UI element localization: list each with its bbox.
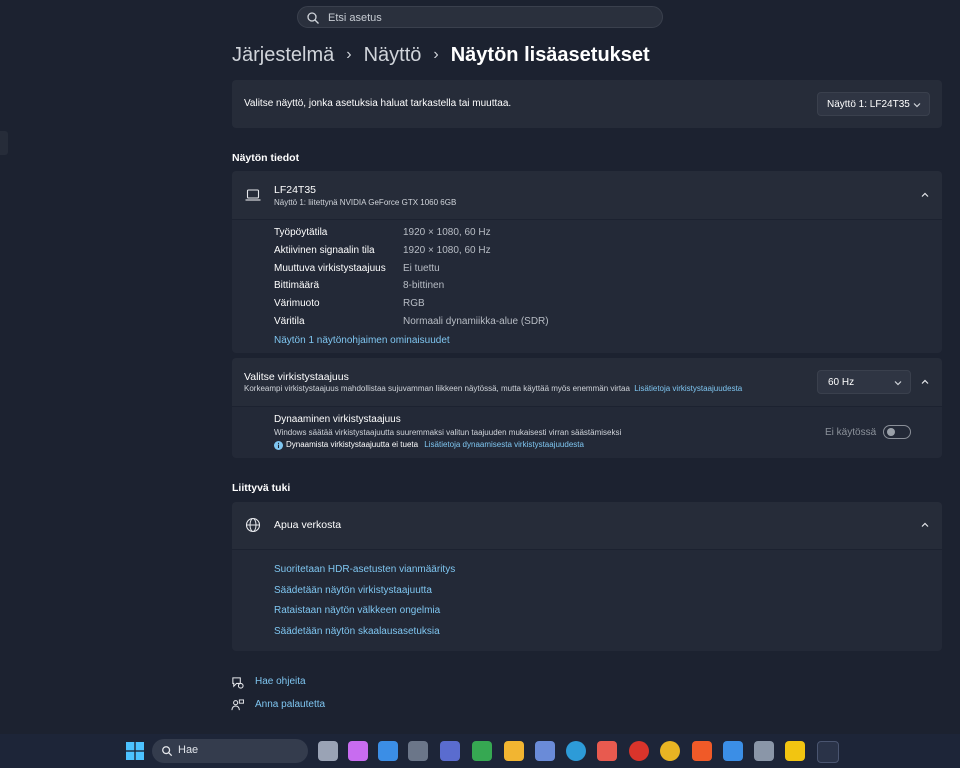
refresh-rate-learn-more-link[interactable]: Lisätietoja virkistystaajuudesta: [634, 384, 742, 393]
search-icon: [162, 746, 173, 757]
mail-icon[interactable]: [378, 741, 398, 761]
help-link-scaling[interactable]: Säädetään näytön skaalausasetuksia: [274, 626, 440, 637]
breadcrumb-item-display[interactable]: Näyttö: [364, 44, 422, 67]
info-row-value: Normaali dynamiikka-alue (SDR): [403, 316, 549, 327]
dynamic-refresh-card: Dynaaminen virkistystaajuus Windows säät…: [232, 407, 942, 458]
app-icon[interactable]: [440, 741, 460, 761]
web-help-header[interactable]: Apua verkosta: [232, 502, 942, 549]
sidebar-collapsed-tab[interactable]: [0, 131, 8, 155]
globe-icon: [245, 517, 261, 533]
edge-icon[interactable]: [566, 741, 586, 761]
search-icon: [307, 12, 319, 24]
get-help-link[interactable]: Hae ohjeita: [255, 676, 306, 687]
display-details-panel: Työpöytätila 1920 × 1080, 60 Hz Aktiivinen…: [232, 220, 942, 353]
info-row-label: Työpöytätila: [274, 227, 328, 238]
search-input[interactable]: [326, 9, 650, 27]
web-help-links-panel: Suoritetaan HDR-asetusten vianmääritys S…: [232, 550, 942, 651]
info-row-value: 1920 × 1080, 60 Hz: [403, 227, 491, 238]
chevron-down-icon: [894, 381, 902, 386]
chevron-up-icon[interactable]: [920, 377, 930, 387]
dynamic-refresh-title: Dynaaminen virkistystaajuus: [274, 414, 401, 425]
info-row-value: Ei tuettu: [403, 262, 440, 274]
settings-window: Järjestelmä › Näyttö › Näytön lisäasetuk…: [0, 0, 960, 734]
display-dropdown[interactable]: Näyttö 1: LF24T35: [817, 92, 930, 116]
xbox-icon[interactable]: [472, 741, 492, 761]
breadcrumb-separator: ›: [433, 46, 439, 63]
brave-icon[interactable]: [692, 741, 712, 761]
tool-icon[interactable]: [408, 741, 428, 761]
task-view-icon[interactable]: [318, 741, 338, 761]
info-icon: [274, 441, 283, 450]
settings-icon[interactable]: [817, 741, 839, 763]
page-title: Näytön lisäasetukset: [450, 43, 650, 66]
laptop-icon: [245, 189, 261, 201]
display-dropdown-value: Näyttö 1: LF24T35: [827, 99, 910, 110]
refresh-rate-description: Korkeampi virkistystaajuus mahdollistaa …: [244, 384, 742, 393]
dynamic-refresh-unsupported-text: Dynaamista virkistystaajuutta ei tueta: [286, 440, 419, 449]
chevron-down-icon: [913, 103, 921, 108]
info-row-label: Väritila: [274, 316, 305, 327]
select-display-card: Valitse näyttö, jonka asetuksia haluat t…: [232, 80, 942, 128]
dynamic-refresh-description: Windows säätää virkistystaajuutta suurem…: [274, 428, 622, 437]
breadcrumb: Järjestelmä › Näyttö › Näytön lisäasetuk…: [232, 41, 650, 69]
sticky-notes-icon[interactable]: [785, 741, 805, 761]
calculator-icon[interactable]: [754, 741, 774, 761]
feedback-row[interactable]: Anna palautetta: [231, 698, 351, 714]
feedback-icon: [231, 699, 244, 711]
copilot-icon[interactable]: [348, 741, 368, 761]
dynamic-refresh-learn-more-link[interactable]: Lisätietoja dynaamisesta virkistystaajuu…: [424, 440, 584, 449]
help-link-hdr[interactable]: Suoritetaan HDR-asetusten vianmääritys: [274, 564, 455, 575]
breadcrumb-item-system[interactable]: Järjestelmä: [232, 44, 334, 67]
refresh-rate-dropdown[interactable]: 60 Hz: [817, 370, 911, 394]
opera-icon[interactable]: [629, 741, 649, 761]
refresh-rate-desc-text: Korkeampi virkistystaajuus mahdollistaa …: [244, 384, 630, 393]
windows-start-icon[interactable]: [126, 742, 144, 760]
get-help-row[interactable]: Hae ohjeita: [231, 675, 351, 691]
notepad-icon[interactable]: [723, 741, 743, 761]
taskbar-search[interactable]: Hae: [152, 739, 308, 763]
chevron-up-icon[interactable]: [920, 190, 930, 200]
select-display-prompt: Valitse näyttö, jonka asetuksia haluat t…: [244, 98, 512, 109]
monitor-subtitle: Näyttö 1: liitettynä NVIDIA GeForce GTX …: [274, 198, 457, 207]
give-feedback-link[interactable]: Anna palautetta: [255, 699, 325, 710]
taskbar: Hae: [0, 734, 960, 768]
info-row-value: 8-bittinen: [403, 280, 445, 292]
file-explorer-icon[interactable]: [504, 741, 524, 761]
taskbar-search-label: Hae: [178, 744, 199, 756]
adapter-properties-link[interactable]: Näytön 1 näytönohjaimen ominaisuudet: [274, 335, 450, 346]
dynamic-refresh-toggle-label: Ei käytössä: [825, 427, 877, 438]
chrome-icon[interactable]: [660, 741, 680, 761]
store-icon[interactable]: [535, 741, 555, 761]
info-row-label: Muuttuva virkistystaajuus: [274, 262, 386, 274]
monitor-header[interactable]: LF24T35 Näyttö 1: liitettynä NVIDIA GeFo…: [232, 171, 942, 219]
search-box[interactable]: [297, 6, 663, 28]
chevron-up-icon[interactable]: [920, 520, 930, 530]
display-info-section-title: Näytön tiedot: [232, 152, 300, 164]
monitor-name: LF24T35: [274, 184, 317, 196]
refresh-rate-title: Valitse virkistystaajuus: [244, 371, 349, 383]
dynamic-refresh-info: Dynaamista virkistystaajuutta ei tueta L…: [286, 440, 584, 449]
dynamic-refresh-toggle[interactable]: [883, 425, 911, 439]
info-row-value: 1920 × 1080, 60 Hz: [403, 244, 491, 256]
help-link-flicker[interactable]: Rataistaan näytön välkkeen ongelmia: [274, 605, 440, 616]
help-link-refresh-rate[interactable]: Säädetään näytön virkistystaajuutta: [274, 585, 432, 596]
help-chat-icon: [232, 677, 244, 689]
web-help-title: Apua verkosta: [274, 519, 342, 531]
refresh-rate-value: 60 Hz: [828, 377, 855, 388]
toggle-knob: [887, 428, 895, 436]
refresh-rate-card: Valitse virkistystaajuus Korkeampi virki…: [232, 358, 942, 406]
info-row-label: Bittimäärä: [274, 280, 320, 292]
related-support-section-title: Liittyvä tuki: [232, 482, 291, 494]
info-row-label: Värimuoto: [274, 298, 320, 310]
snipping-icon[interactable]: [597, 741, 617, 761]
info-row-value: RGB: [403, 298, 425, 310]
breadcrumb-separator: ›: [346, 46, 352, 63]
info-row-label: Aktiivinen signaalin tila: [274, 244, 375, 256]
